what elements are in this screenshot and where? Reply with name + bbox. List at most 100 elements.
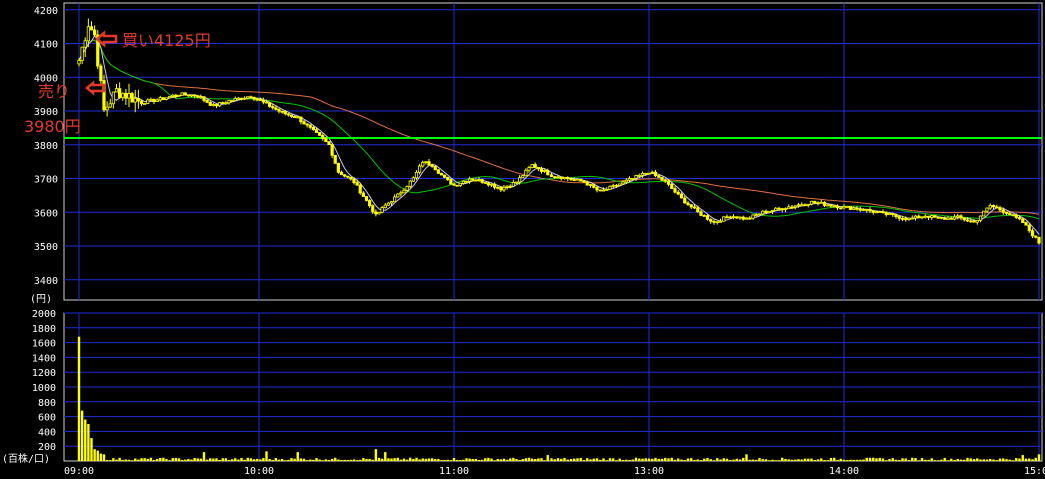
candle-body <box>252 96 256 100</box>
volume-bar <box>608 458 612 461</box>
candle-body <box>790 206 794 209</box>
volume-bar <box>362 458 365 461</box>
volume-bar <box>716 458 719 461</box>
candle-body <box>803 204 807 207</box>
volume-bar <box>875 458 878 461</box>
volume-bar <box>299 458 303 461</box>
sell-annotation-price: 3980円 <box>24 117 81 136</box>
volume-bar <box>468 458 471 461</box>
candle-body <box>644 172 648 175</box>
candle-body <box>670 183 674 190</box>
candle-body <box>657 175 661 178</box>
volume-bar <box>505 459 509 461</box>
candle-body <box>569 178 573 181</box>
candle-body <box>835 205 840 209</box>
volume-bar <box>352 459 356 461</box>
candle-body <box>1021 218 1025 223</box>
volume-bar <box>255 458 259 461</box>
volume-bar <box>546 455 549 461</box>
volume-bar <box>452 457 456 461</box>
candle-body <box>530 164 534 169</box>
volume-bar <box>924 459 927 461</box>
volume-bar <box>515 459 518 461</box>
candle-body <box>533 164 537 168</box>
candle-body <box>474 179 478 182</box>
candle-body <box>308 124 312 128</box>
candle-body <box>936 216 940 219</box>
candle-body <box>177 94 181 97</box>
candle-body <box>149 98 153 101</box>
candle-body <box>1034 235 1038 238</box>
candle-body <box>527 167 531 171</box>
candle-body <box>891 213 895 216</box>
volume-bar <box>134 458 137 461</box>
candle-body <box>777 207 781 210</box>
candle-body <box>246 96 250 99</box>
candle-body <box>89 26 94 31</box>
candle-body <box>86 26 90 42</box>
volume-bar <box>946 460 950 461</box>
candle-body <box>83 40 87 48</box>
volume-bar <box>509 458 512 461</box>
candle-body <box>458 182 462 186</box>
candle-body <box>180 92 184 96</box>
candle-body <box>421 162 425 167</box>
volume-bar <box>729 459 732 461</box>
candle-body <box>486 182 490 186</box>
volume-bar <box>80 410 84 461</box>
candle-body <box>143 103 147 105</box>
volume-bar <box>706 458 709 461</box>
candle-body <box>383 204 387 209</box>
candle-body <box>93 29 97 36</box>
volume-bar <box>898 460 901 461</box>
volume-bar <box>722 458 725 461</box>
volume-bar <box>982 459 985 461</box>
volume-bar <box>96 450 99 461</box>
candle-body <box>579 178 583 182</box>
candle-body <box>1014 214 1018 218</box>
volume-bar <box>823 460 826 461</box>
volume-bar <box>205 459 209 461</box>
volume-tick-label: 600 <box>38 413 56 424</box>
candle-body <box>868 209 872 212</box>
time-tick-label: 15:00 <box>1024 466 1045 477</box>
candle-body <box>783 208 788 211</box>
candle-body <box>1030 230 1035 237</box>
candle-body <box>894 214 898 217</box>
volume-bar <box>849 459 852 461</box>
volume-bar <box>950 458 953 461</box>
volume-bar <box>966 457 969 461</box>
volume-bar <box>1015 458 1018 461</box>
candle-body <box>302 121 306 125</box>
candle-body <box>907 217 911 220</box>
candle-body <box>202 96 206 101</box>
candle-body <box>230 100 234 102</box>
candle-body <box>483 182 487 184</box>
volume-bar <box>794 459 797 461</box>
volume-bar <box>318 459 321 461</box>
volume-bar <box>349 459 353 461</box>
volume-bar <box>914 458 917 461</box>
candle-body <box>327 141 331 145</box>
candle-body <box>158 97 162 101</box>
volume-bar <box>396 457 399 461</box>
candle-body <box>171 94 175 97</box>
candle-body <box>77 60 81 65</box>
candle-body <box>751 214 755 219</box>
candle-body <box>374 211 378 215</box>
volume-bar <box>259 459 262 461</box>
sell-annotation-label: 売り <box>38 82 70 101</box>
candle-body <box>975 219 979 223</box>
candle-body <box>152 98 156 102</box>
candle-body <box>650 171 654 174</box>
candle-body <box>722 216 726 222</box>
volume-bar <box>777 460 781 461</box>
volume-bar <box>146 458 149 461</box>
volume-bar <box>384 452 387 461</box>
volume-bar <box>573 458 576 461</box>
volume-bar <box>602 458 605 461</box>
volume-bar <box>690 458 693 461</box>
candle-body <box>978 215 983 221</box>
volume-bar <box>797 459 800 461</box>
candle-body <box>881 211 885 214</box>
